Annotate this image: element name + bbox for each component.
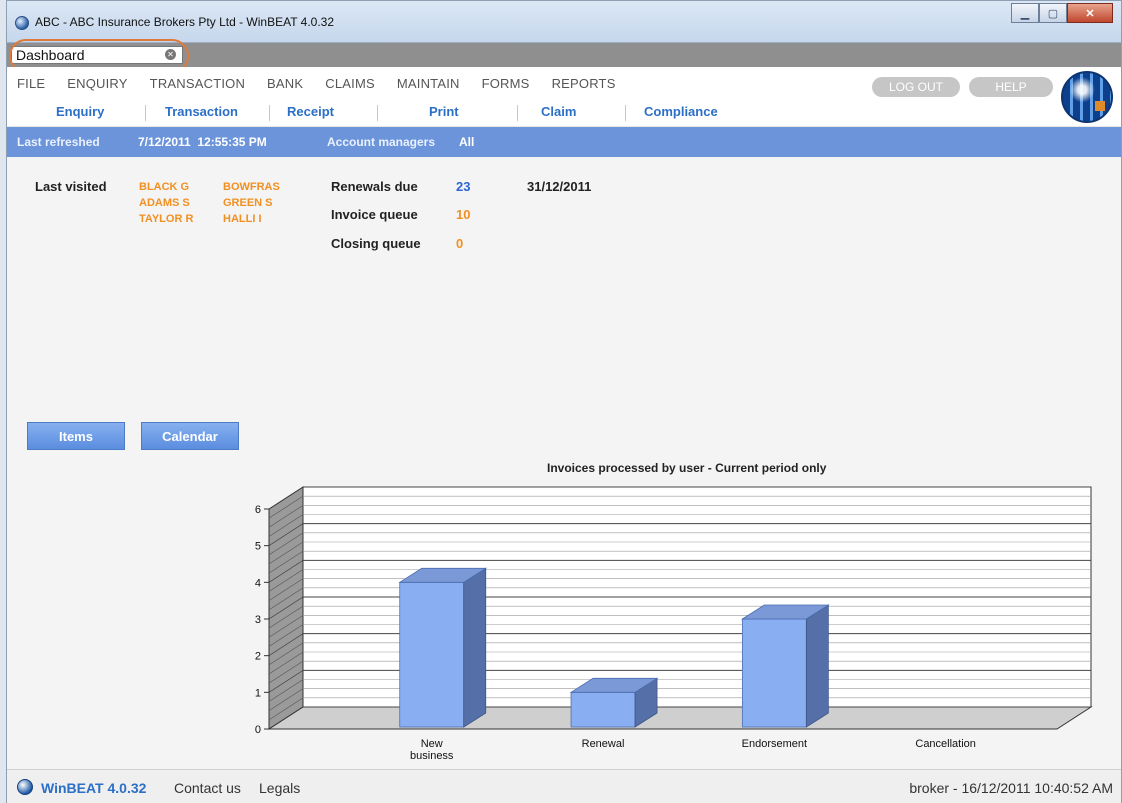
y-tick-label: 0 xyxy=(255,724,261,736)
invoices-bar-chart: 0 1 2 3 4 5 6 Newbusiness Renewal Endorsement Canc… xyxy=(255,486,1093,762)
x-category-label: business xyxy=(410,750,454,762)
bar-front xyxy=(399,581,465,728)
y-tick-label: 5 xyxy=(255,541,261,553)
bar-side xyxy=(463,567,487,728)
version-label: WinBEAT 4.0.32 xyxy=(41,780,147,796)
y-tick-label: 6 xyxy=(255,504,261,516)
user-timestamp: broker - 16/12/2011 10:40:52 AM xyxy=(909,780,1113,796)
bar-side xyxy=(805,604,829,728)
y-tick-label: 3 xyxy=(255,614,261,626)
y-tick-label: 1 xyxy=(255,687,261,699)
winbeat-logo-icon xyxy=(17,779,33,795)
x-category-label: New xyxy=(421,738,443,750)
contact-us-link[interactable]: Contact us xyxy=(174,780,241,796)
chart-floor xyxy=(267,706,1093,730)
y-tick-label: 4 xyxy=(255,577,261,589)
bar-front xyxy=(741,618,807,728)
y-tick-label: 2 xyxy=(255,651,261,663)
app-window: ABC - ABC Insurance Brokers Pty Ltd - Wi… xyxy=(6,0,1122,803)
x-category-label: Cancellation xyxy=(915,738,976,750)
x-category-label: Renewal xyxy=(582,738,625,750)
status-bar: WinBEAT 4.0.32 Contact us Legals broker … xyxy=(7,769,1121,803)
x-category-label: Endorsement xyxy=(742,738,807,750)
legals-link[interactable]: Legals xyxy=(259,780,300,796)
bar-front xyxy=(570,691,636,728)
